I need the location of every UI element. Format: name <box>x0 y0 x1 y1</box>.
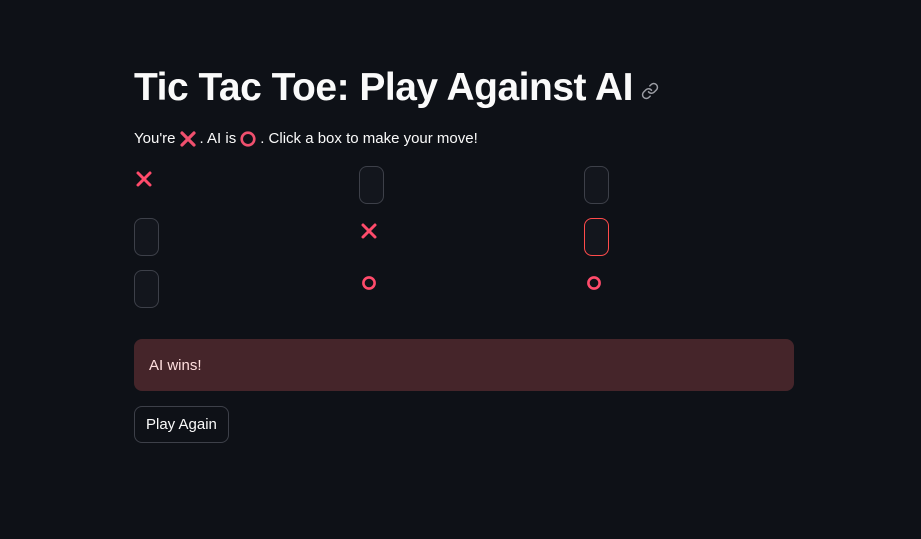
hollow-circle-icon <box>239 130 257 148</box>
instructions-middle: . AI is <box>199 130 237 147</box>
status-message: AI wins! <box>149 356 202 374</box>
hollow-circle-icon <box>587 276 601 290</box>
link-icon[interactable] <box>641 82 659 100</box>
board-cell-0-1[interactable] <box>359 166 384 204</box>
board-cell-1-1 <box>359 218 384 256</box>
board-cell-2-2 <box>584 270 609 308</box>
instructions-text: You're . AI is . Click a box to make you… <box>134 128 478 150</box>
page-title: Tic Tac Toe: Play Against AI <box>134 66 633 109</box>
board-cell-1-2[interactable] <box>584 218 609 256</box>
hollow-circle-icon <box>362 276 376 290</box>
board-cell-2-0[interactable] <box>134 270 159 308</box>
board-cell-0-0 <box>134 166 159 204</box>
board-cell-1-0[interactable] <box>134 218 159 256</box>
instructions-prefix: You're <box>134 130 176 147</box>
cross-mark-icon <box>136 171 152 187</box>
status-alert: AI wins! <box>134 339 794 391</box>
title-row: Tic Tac Toe: Play Against AI <box>134 64 659 112</box>
instructions-suffix: . Click a box to make your move! <box>260 130 478 147</box>
play-again-button[interactable]: Play Again <box>134 406 229 443</box>
board-cell-0-2[interactable] <box>584 166 609 204</box>
board-cell-2-1 <box>359 270 384 308</box>
cross-mark-icon <box>361 223 377 239</box>
cross-mark-icon <box>179 130 197 148</box>
